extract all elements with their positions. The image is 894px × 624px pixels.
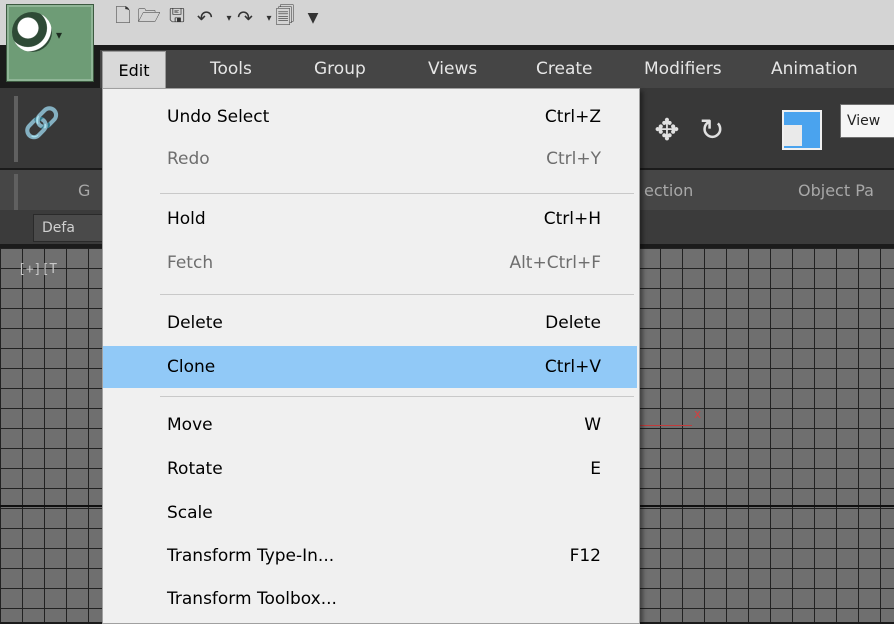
menu-separator <box>160 294 634 295</box>
menu-item-shortcut: Ctrl+V <box>544 357 601 377</box>
menu-tools[interactable]: Tools <box>210 50 252 88</box>
menu-item-label: Undo Select <box>167 107 270 127</box>
menu-item-clone[interactable]: Clone Ctrl+V <box>103 346 637 388</box>
move-icon[interactable]: ✥ <box>647 113 687 153</box>
menu-create[interactable]: Create <box>536 50 593 88</box>
menu-group[interactable]: Group <box>314 50 366 88</box>
menu-item-label: Hold <box>167 209 206 229</box>
ribbon-tab-object-paint[interactable]: Object Pa <box>798 176 874 206</box>
project-folder-icon[interactable]: 🗐 <box>272 5 298 31</box>
menu-item-delete[interactable]: Delete Delete <box>103 304 637 342</box>
link-icon[interactable]: 🔗 <box>22 106 62 146</box>
menu-modifiers[interactable]: Modifiers <box>644 50 722 88</box>
redo-icon[interactable]: ↷ <box>232 5 258 31</box>
viewport-label[interactable]: [+][T <box>18 262 57 277</box>
menu-item-shortcut: Alt+Ctrl+F <box>509 253 601 273</box>
app-logo-icon <box>12 12 52 52</box>
menu-separator <box>160 396 634 397</box>
menu-item-fetch[interactable]: Fetch Alt+Ctrl+F <box>103 244 637 282</box>
toolbar-grip[interactable] <box>14 96 18 162</box>
customize-dropdown-icon[interactable]: ▼ <box>300 5 326 31</box>
menu-item-shortcut: Delete <box>545 313 601 333</box>
menu-item-shortcut: Ctrl+H <box>543 209 601 229</box>
undo-icon[interactable]: ↶ <box>192 5 218 31</box>
ribbon-tab-selection[interactable]: ection <box>644 176 693 206</box>
new-file-icon[interactable]: 🗋 <box>110 5 136 31</box>
save-icon[interactable]: 🖫 <box>164 5 190 31</box>
menu-item-label: Clone <box>167 357 216 377</box>
menu-animation[interactable]: Animation <box>771 50 858 88</box>
menu-item-shortcut: Ctrl+Z <box>544 107 601 127</box>
chevron-down-icon: ▾ <box>56 28 63 42</box>
ribbon-tab-graphite[interactable]: G <box>78 176 90 206</box>
rotate-icon[interactable]: ↻ <box>692 113 732 153</box>
menu-item-shortcut: F12 <box>569 546 601 566</box>
menu-views[interactable]: Views <box>428 50 477 88</box>
menu-item-shortcut: Ctrl+Y <box>546 149 601 169</box>
menu-item-label: Transform Type-In... <box>167 546 335 566</box>
menu-item-transform-type-in[interactable]: Transform Type-In... F12 <box>103 537 637 575</box>
menu-separator <box>160 193 634 194</box>
scale-icon-inner <box>784 125 802 146</box>
menu-item-rotate[interactable]: Rotate E <box>103 450 637 488</box>
menu-item-transform-toolbox[interactable]: Transform Toolbox... <box>103 580 637 618</box>
menu-item-label: Transform Toolbox... <box>167 589 337 609</box>
menu-item-scale[interactable]: Scale <box>103 494 637 532</box>
menu-item-move[interactable]: Move W <box>103 406 637 444</box>
menu-item-label: Delete <box>167 313 223 333</box>
x-axis-label: x <box>694 407 702 421</box>
x-axis-gizmo <box>640 425 692 426</box>
menu-item-redo[interactable]: Redo Ctrl+Y <box>103 140 637 178</box>
menu-edit[interactable]: Edit <box>102 51 166 89</box>
menu-item-label: Scale <box>167 503 213 523</box>
menu-item-label: Fetch <box>167 253 214 273</box>
menu-item-label: Move <box>167 415 213 435</box>
menu-item-undo-select[interactable]: Undo Select Ctrl+Z <box>103 98 637 136</box>
menu-item-label: Redo <box>167 149 210 169</box>
open-folder-icon[interactable]: 🗁 <box>136 5 162 31</box>
menu-item-hold[interactable]: Hold Ctrl+H <box>103 200 637 238</box>
reference-coordinate-dropdown[interactable]: View <box>840 104 894 138</box>
layer-dropdown[interactable]: Defa <box>33 214 113 242</box>
menu-item-shortcut: E <box>590 459 601 479</box>
menu-item-shortcut: W <box>584 415 601 435</box>
menu-item-label: Rotate <box>167 459 223 479</box>
